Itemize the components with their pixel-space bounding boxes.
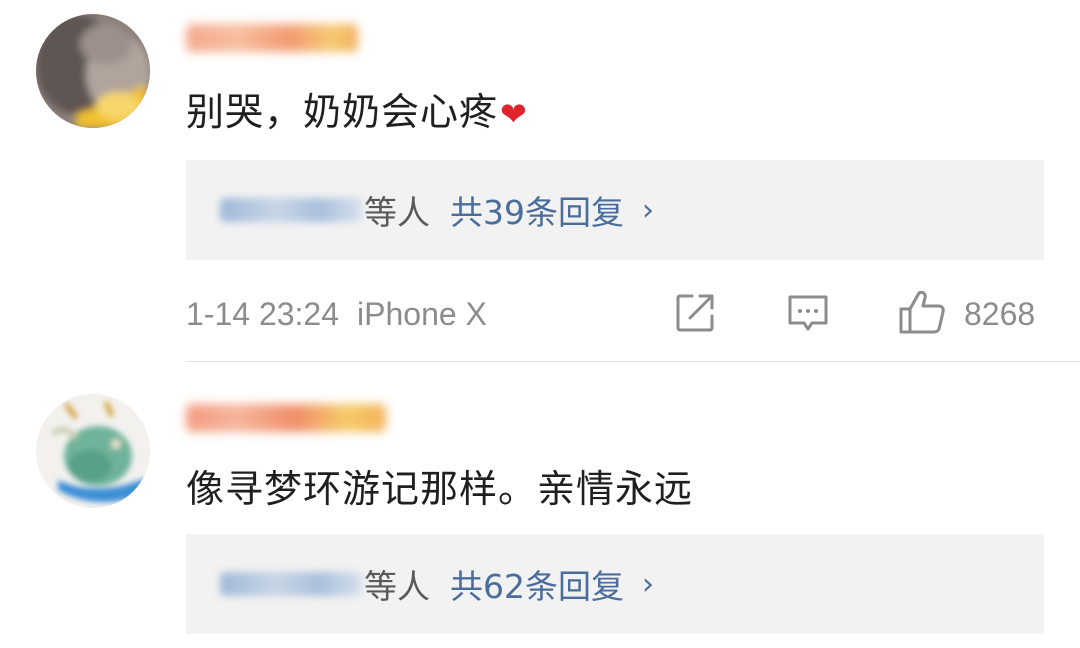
comment-body: 别哭，奶奶会心疼 — [186, 90, 499, 134]
share-button[interactable] — [674, 292, 716, 342]
replier-names-blurred — [220, 198, 362, 222]
reply-summary[interactable]: 等人 共39条回复 › — [186, 160, 1044, 260]
heart-emoji: ❤ — [500, 95, 528, 133]
comment-item: 别哭，奶奶会心疼❤ 等人 共39条回复 › 1-14 23:24 iPhone … — [0, 0, 1080, 362]
comment-icon — [788, 295, 828, 331]
like-button[interactable] — [898, 289, 946, 343]
comment-meta: 1-14 23:24 iPhone X 8268 — [186, 289, 1044, 339]
reply-names-suffix: 等人 — [364, 193, 430, 232]
comment-text: 别哭，奶奶会心疼❤ — [186, 88, 528, 138]
avatar-image — [36, 14, 150, 128]
comment-item: 像寻梦环游记那样。亲情永远 等人 共62条回复 › — [0, 362, 1080, 648]
reply-count-link[interactable]: 共62条回复 — [450, 560, 624, 608]
avatar[interactable] — [36, 394, 150, 508]
reply-count-link[interactable]: 共39条回复 — [450, 186, 624, 234]
avatar-image — [36, 394, 150, 508]
comment-button[interactable] — [786, 292, 830, 344]
chevron-right-icon: › — [642, 566, 654, 602]
comment-text: 像寻梦环游记那样。亲情永远 — [186, 465, 693, 513]
reply-names-suffix: 等人 — [364, 567, 430, 606]
thumbs-up-icon — [899, 290, 945, 334]
chevron-right-icon: › — [642, 192, 654, 228]
comment-time: 1-14 23:24 — [186, 295, 340, 332]
replier-names-blurred — [220, 572, 362, 596]
username-blurred[interactable] — [186, 24, 358, 52]
username-blurred[interactable] — [186, 404, 386, 432]
like-count: 8268 — [964, 296, 1036, 332]
avatar[interactable] — [36, 14, 150, 128]
share-icon — [676, 294, 714, 332]
reply-summary[interactable]: 等人 共62条回复 › — [186, 534, 1044, 634]
comment-device: iPhone X — [357, 295, 487, 332]
comment-body: 像寻梦环游记那样。亲情永远 — [186, 467, 694, 511]
